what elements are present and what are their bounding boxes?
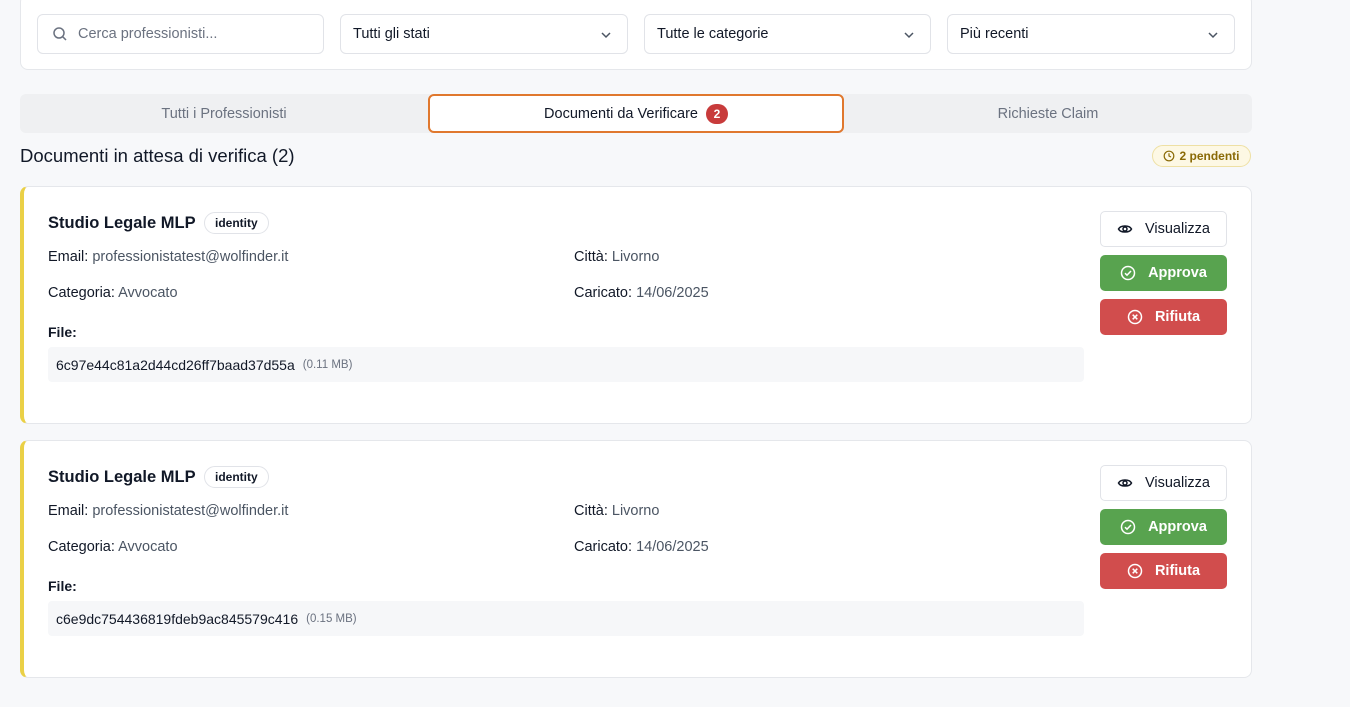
professional-name: Studio Legale MLP [48, 214, 196, 232]
uploaded-info: Caricato: 14/06/2025 [574, 539, 709, 555]
document-type-badge: identity [204, 212, 269, 234]
reject-button[interactable]: Rifiuta [1100, 553, 1227, 589]
email-label: Email: [48, 249, 89, 265]
file-size: (0.11 MB) [302, 358, 353, 371]
chevron-down-icon [904, 32, 914, 39]
category-info: Categoria: Avvocato [48, 539, 178, 555]
category-label: Categoria: [48, 539, 115, 555]
file-name: 6c97e44c81a2d44cd26ff7baad37d55a [56, 356, 295, 373]
approve-button[interactable]: Approva [1100, 255, 1227, 291]
professional-name: Studio Legale MLP [48, 468, 196, 486]
pending-badge: 2 pendenti [1152, 145, 1251, 167]
view-button[interactable]: Visualizza [1100, 465, 1227, 501]
uploaded-label: Caricato: [574, 285, 633, 301]
reject-button[interactable]: Rifiuta [1100, 299, 1227, 335]
email-value: professionistatest@wolfinder.it [92, 249, 289, 265]
category-value: Avvocato [118, 285, 178, 301]
file-size: (0.15 MB) [306, 612, 357, 625]
count-badge: 2 [705, 103, 728, 124]
tab-claim-requests[interactable]: Richieste Claim [844, 94, 1252, 133]
chevron-down-icon [1208, 32, 1218, 39]
reject-label: Rifiuta [1154, 309, 1201, 325]
status-filter-value: Tutti gli stati [353, 26, 430, 42]
approve-label: Approva [1148, 519, 1207, 535]
view-button[interactable]: Visualizza [1100, 211, 1227, 247]
city-info: Città: Livorno [574, 249, 659, 265]
eye-icon [1117, 225, 1133, 233]
tab-documents-to-verify[interactable]: Documenti da Verificare 2 [428, 94, 844, 133]
city-label: Città: [574, 249, 608, 265]
email-info: Email: professionistatest@wolfinder.it [48, 503, 288, 519]
pending-label: 2 pendenti [1179, 149, 1240, 163]
search-field[interactable] [37, 14, 324, 54]
approve-button[interactable]: Approva [1100, 509, 1227, 545]
document-card: Studio Legale MLP identity Email: profes… [20, 186, 1252, 424]
view-label: Visualizza [1144, 475, 1211, 491]
file-label: File: [48, 324, 77, 340]
view-label: Visualizza [1144, 221, 1211, 237]
email-label: Email: [48, 503, 89, 519]
chevron-down-icon [601, 32, 611, 39]
file-name: c6e9dc754436819fdeb9ac845579c416 [56, 610, 299, 627]
approve-label: Approva [1148, 265, 1207, 281]
tab-label: Richieste Claim [997, 105, 1099, 122]
x-circle-icon [1127, 309, 1143, 325]
check-circle-icon [1120, 265, 1136, 281]
uploaded-info: Caricato: 14/06/2025 [574, 285, 709, 301]
section-title: Documenti in attesa di verifica (2) [20, 145, 295, 166]
city-value: Livorno [611, 503, 660, 519]
file-entry: 6c97e44c81a2d44cd26ff7baad37d55a (0.11 M… [48, 347, 1084, 382]
category-filter-select[interactable]: Tutte le categorie [644, 14, 931, 54]
category-value: Avvocato [118, 539, 178, 555]
category-info: Categoria: Avvocato [48, 285, 178, 301]
check-circle-icon [1120, 519, 1136, 535]
tab-label: Tutti i Professionisti [161, 105, 287, 122]
filter-bar: Tutti gli stati Tutte le categorie Più r… [20, 0, 1252, 70]
search-icon [53, 27, 67, 41]
category-label: Categoria: [48, 285, 115, 301]
tab-bar: Tutti i Professionisti Documenti da Veri… [20, 94, 1252, 133]
email-info: Email: professionistatest@wolfinder.it [48, 249, 288, 265]
category-filter-value: Tutte le categorie [657, 26, 769, 42]
file-entry: c6e9dc754436819fdeb9ac845579c416 (0.15 M… [48, 601, 1084, 636]
x-circle-icon [1127, 563, 1143, 579]
status-filter-select[interactable]: Tutti gli stati [340, 14, 628, 54]
uploaded-value: 14/06/2025 [636, 285, 709, 301]
reject-label: Rifiuta [1154, 563, 1201, 579]
city-value: Livorno [611, 249, 660, 265]
document-type-badge: identity [204, 466, 269, 488]
city-label: Città: [574, 503, 608, 519]
sort-value: Più recenti [960, 26, 1029, 42]
document-card: Studio Legale MLP identity Email: profes… [20, 440, 1252, 678]
file-label: File: [48, 578, 77, 594]
city-info: Città: Livorno [574, 503, 659, 519]
uploaded-value: 14/06/2025 [636, 539, 709, 555]
tab-all-professionals[interactable]: Tutti i Professionisti [20, 94, 428, 133]
eye-icon [1117, 479, 1133, 487]
email-value: professionistatest@wolfinder.it [92, 503, 289, 519]
tab-label: Documenti da Verificare [544, 105, 698, 122]
uploaded-label: Caricato: [574, 539, 633, 555]
search-input[interactable] [78, 26, 323, 42]
clock-icon [1164, 150, 1175, 162]
sort-select[interactable]: Più recenti [947, 14, 1235, 54]
